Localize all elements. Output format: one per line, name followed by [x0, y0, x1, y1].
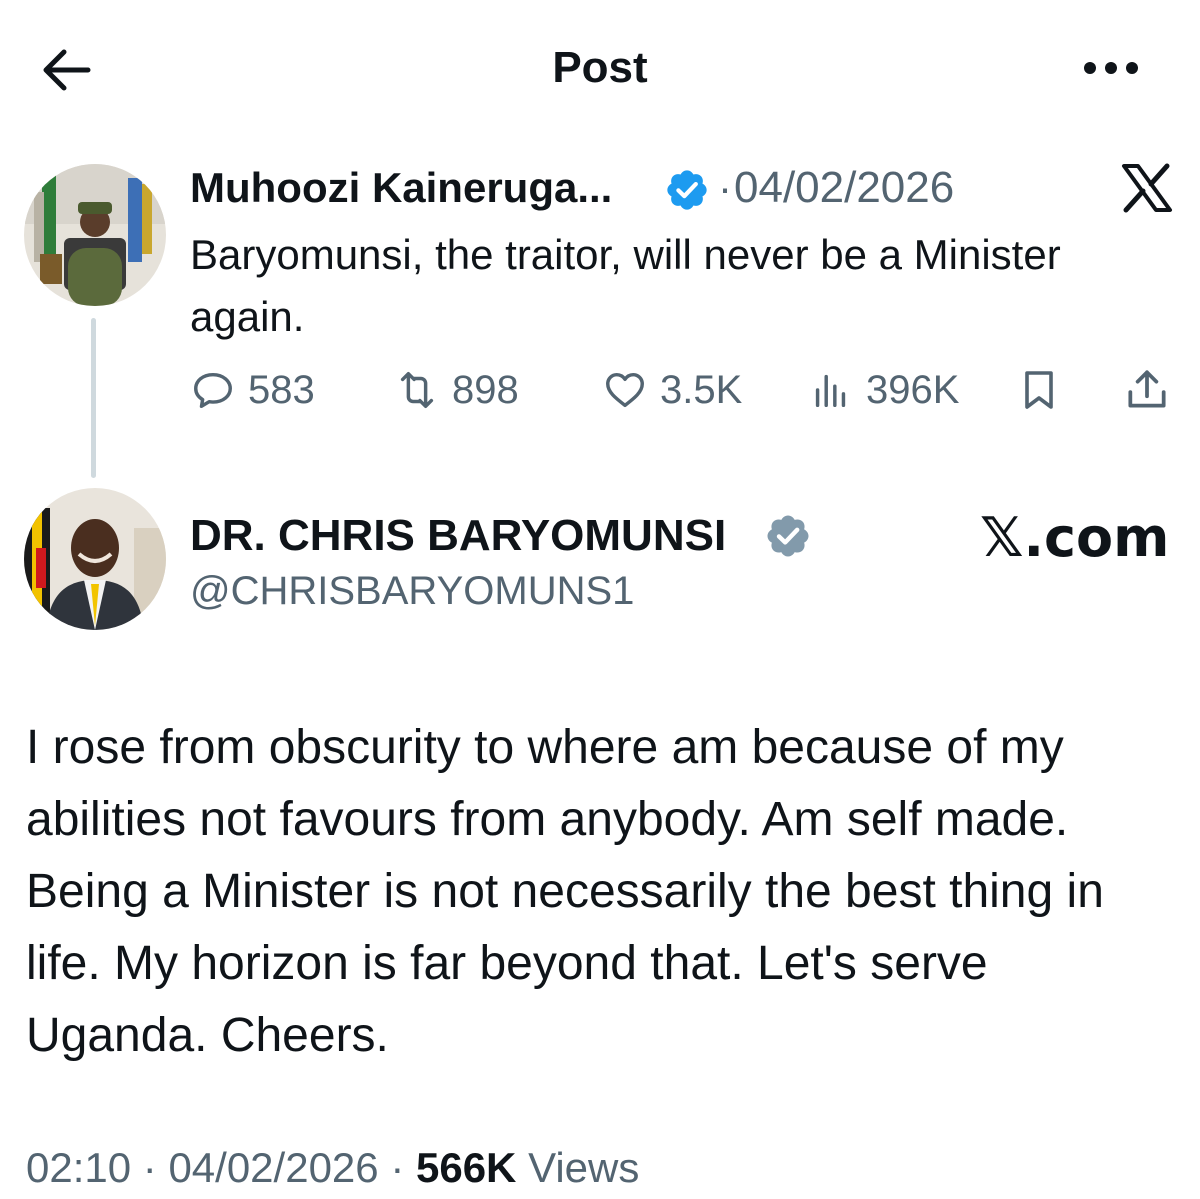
like-count: 3.5K	[660, 367, 743, 412]
reply-count: 583	[248, 367, 315, 412]
avatar-muhoozi[interactable]	[24, 164, 166, 306]
separator-dot: ·	[718, 164, 732, 211]
post-date[interactable]: 04/02/2026	[168, 1144, 378, 1191]
author-name[interactable]: DR. CHRIS BARYOMUNSI	[190, 508, 726, 564]
more-dots-icon	[1084, 62, 1138, 74]
post-metadata: 02:10 · 04/02/2026 · 566K Views	[26, 1140, 639, 1196]
bookmark-icon	[1025, 371, 1053, 409]
heart-icon	[606, 372, 644, 408]
bookmark-button[interactable]	[1015, 364, 1063, 416]
post-text: I rose from obscurity to where am becaus…	[26, 721, 1104, 1062]
repost-button[interactable]: 898	[394, 364, 519, 416]
views-count: 566K	[415, 1144, 517, 1191]
x-logo-icon	[1120, 163, 1174, 213]
author-handle[interactable]: @CHRISBARYOMUNS1	[190, 565, 634, 617]
reply-button[interactable]: 583	[190, 364, 315, 416]
views-label: Views	[528, 1144, 640, 1191]
like-button[interactable]: 3.5K	[602, 364, 742, 416]
quoted-post-date[interactable]: 04/02/2026	[734, 162, 954, 214]
page-title: Post	[552, 43, 648, 92]
verified-badge-icon	[764, 512, 812, 560]
quoted-post-text: Baryomunsi, the traitor, will never be a…	[190, 231, 1061, 340]
more-options-button[interactable]	[1080, 50, 1142, 86]
avatar-image	[24, 488, 166, 630]
views-button[interactable]: 396K	[808, 364, 959, 416]
avatar-image	[24, 164, 166, 306]
repost-icon	[400, 371, 434, 409]
share-button[interactable]	[1122, 364, 1172, 416]
verified-badge-icon	[664, 167, 710, 213]
post-time[interactable]: 02:10	[26, 1144, 131, 1191]
repost-count: 898	[452, 367, 519, 412]
share-icon	[1128, 370, 1166, 408]
views-chart-icon	[815, 374, 846, 408]
separator-dot: ·	[390, 1144, 416, 1191]
views-count: 396K	[866, 367, 960, 412]
reply-icon	[194, 372, 232, 409]
avatar-baryomunsi[interactable]	[24, 488, 166, 630]
quoted-author-name[interactable]: Muhoozi Kaineruga...	[190, 162, 612, 214]
x-com-watermark: 𝕏.com	[980, 506, 1170, 569]
separator-dot: ·	[142, 1144, 169, 1191]
thread-connector-line	[91, 318, 96, 478]
